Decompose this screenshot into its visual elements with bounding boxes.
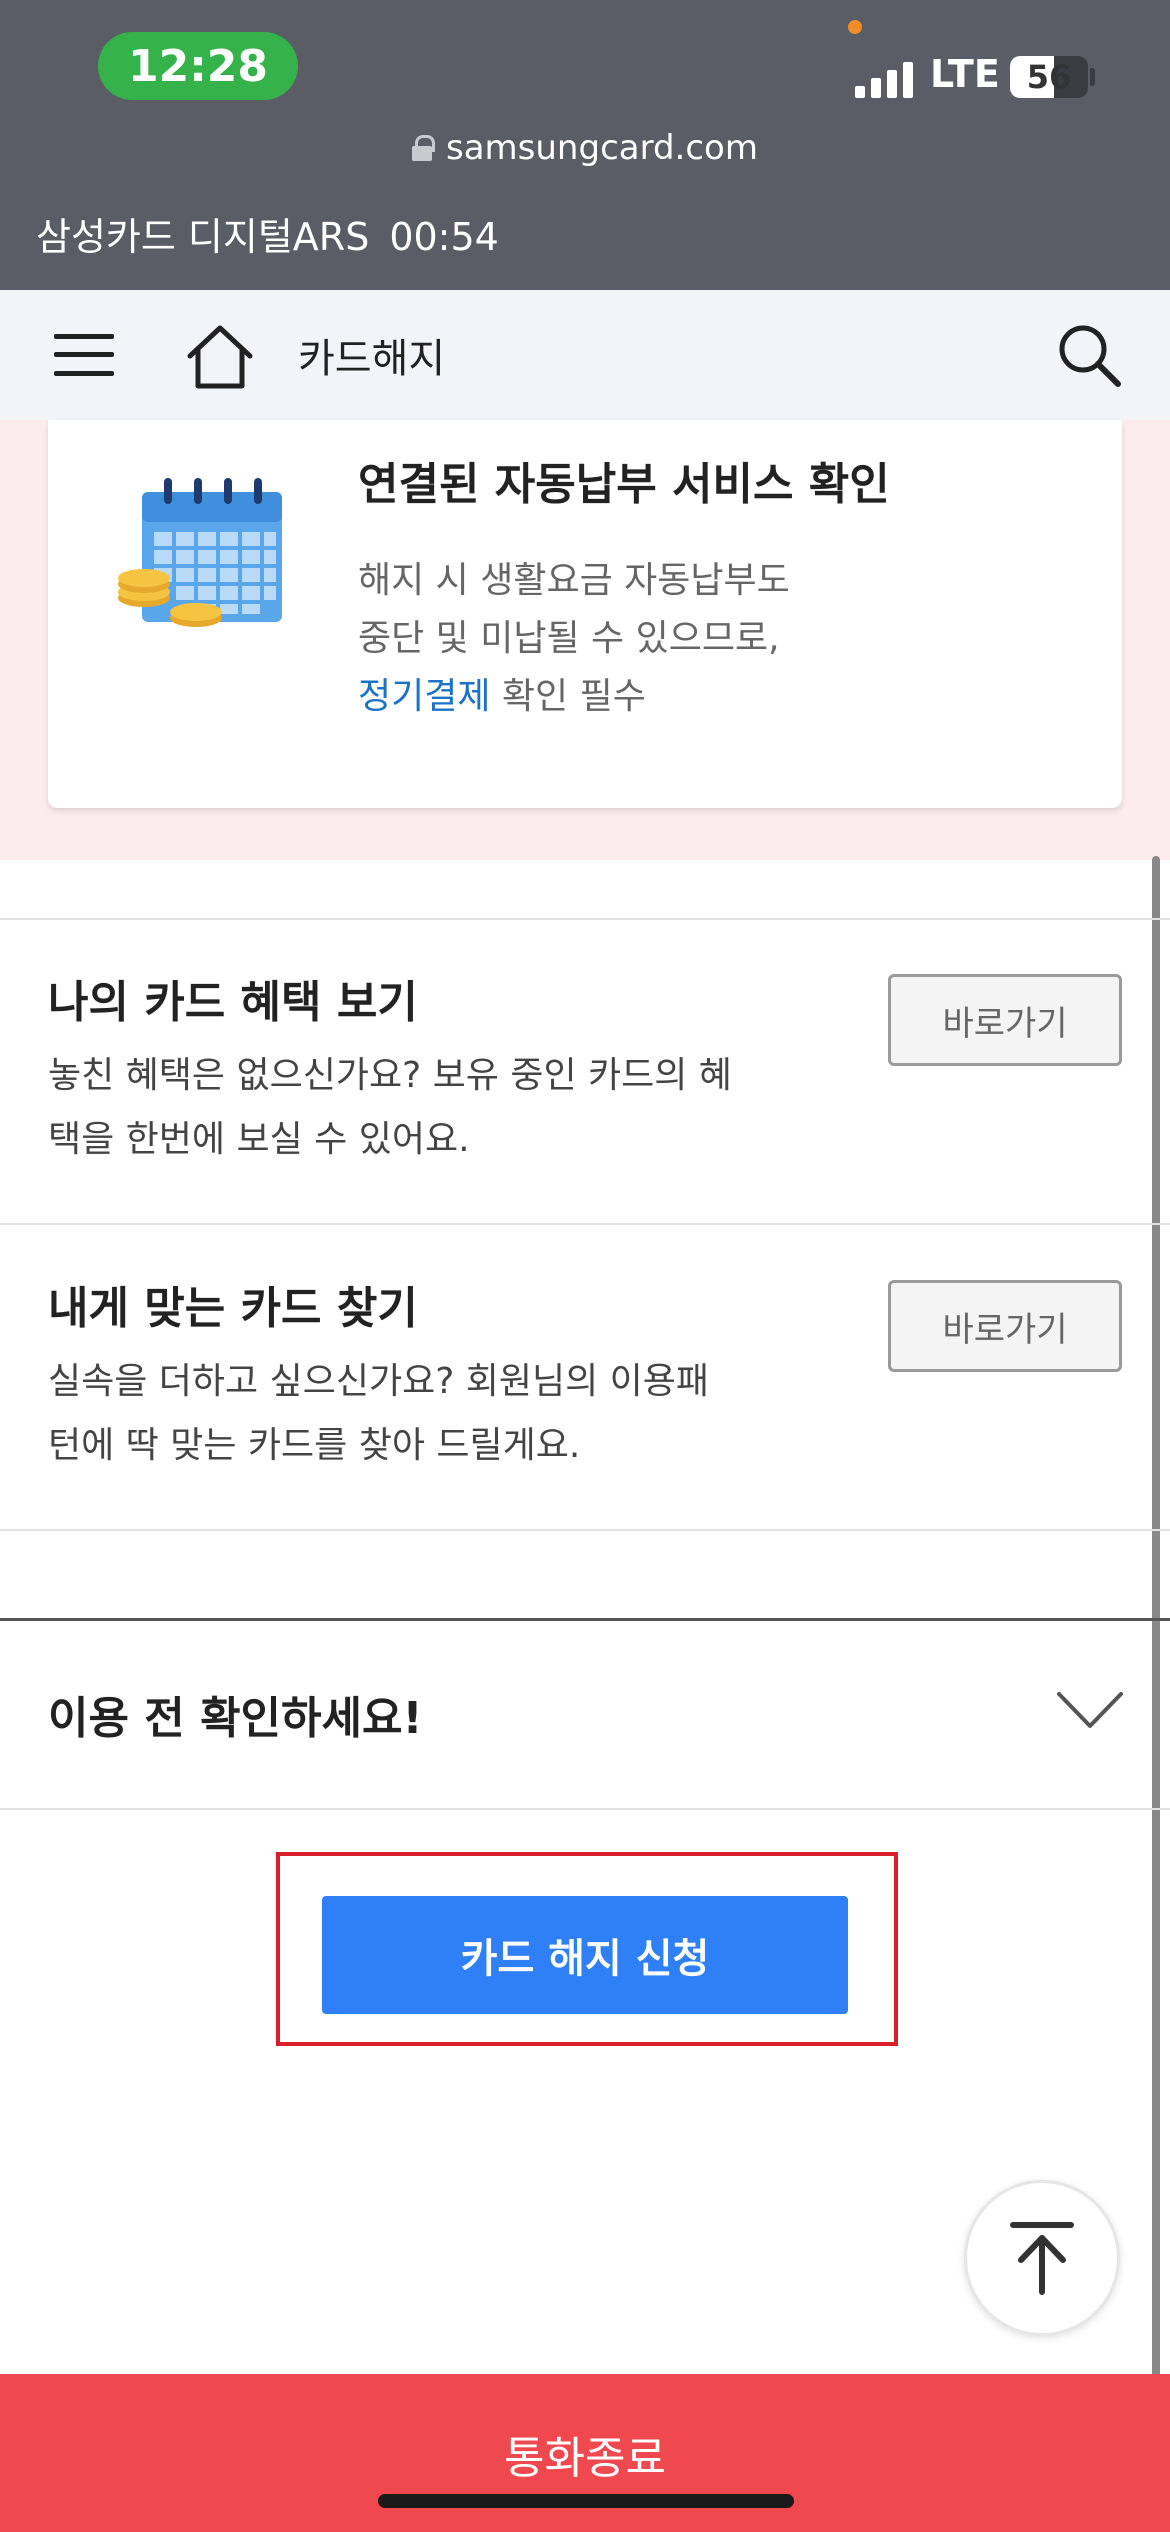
notice-line: 중단 및 미납될 수 있으므로, bbox=[358, 618, 780, 659]
privacy-dot-indicator bbox=[848, 20, 862, 34]
page-title: 카드해지 bbox=[298, 336, 446, 382]
chevron-down-icon[interactable] bbox=[1056, 1690, 1124, 1730]
notice-line: 해지 시 생활요금 자동납부도 bbox=[358, 560, 790, 601]
desc-line: 실속을 더하고 싶으신가요? 회원님의 이용패 bbox=[48, 1361, 710, 1402]
end-call-bar[interactable]: 통화종료 bbox=[0, 2374, 1170, 2532]
ars-banner: 삼성카드 디지털ARS 00:54 bbox=[36, 206, 499, 261]
find-my-card-desc: 실속을 더하고 싶으신가요? 회원님의 이용패 턴에 딱 맞는 카드를 찾아 드… bbox=[48, 1350, 828, 1478]
divider bbox=[0, 1529, 1170, 1531]
lock-icon bbox=[412, 135, 435, 161]
desc-line: 턴에 딱 맞는 카드를 찾아 드릴게요. bbox=[48, 1425, 581, 1466]
app-header: 카드해지 bbox=[0, 290, 1170, 420]
arrow-up-icon bbox=[1010, 2222, 1074, 2295]
url-bar[interactable]: samsungcard.com bbox=[0, 120, 1170, 176]
divider bbox=[0, 918, 1170, 920]
my-card-benefits-go-button[interactable]: 바로가기 bbox=[888, 974, 1122, 1066]
desc-line: 놓친 혜택은 없으신가요? 보유 중인 카드의 혜 bbox=[48, 1055, 732, 1096]
notice-line: 정기결제 확인 필수 bbox=[358, 668, 790, 726]
ars-timer: 00:54 bbox=[389, 215, 499, 259]
find-my-card-go-button[interactable]: 바로가기 bbox=[888, 1280, 1122, 1372]
end-call-label: 통화종료 bbox=[504, 2433, 666, 2484]
notice-line-suffix: 확인 필수 bbox=[490, 676, 646, 717]
check-before-use-accordion[interactable]: 이용 전 확인하세요! bbox=[48, 1682, 423, 1746]
battery-percent: 56 bbox=[1026, 58, 1072, 96]
desc-line: 택을 한번에 보실 수 있어요. bbox=[48, 1119, 470, 1160]
section-divider bbox=[0, 1618, 1170, 1621]
status-bar: 12:28 LTE 56 samsungcard.com 삼성카드 디지털ARS… bbox=[0, 0, 1170, 290]
find-my-card-title: 내게 맞는 카드 찾기 bbox=[48, 1283, 418, 1334]
calendar-coins-icon bbox=[116, 470, 286, 640]
battery-icon: 56 bbox=[1010, 56, 1088, 98]
scroll-to-top-button[interactable] bbox=[964, 2180, 1120, 2336]
notice-section: 연결된 자동납부 서비스 확인 해지 시 생활요금 자동납부도 중단 및 미납될… bbox=[0, 420, 1170, 860]
menu-icon[interactable] bbox=[54, 334, 114, 376]
ars-title: 삼성카드 디지털ARS bbox=[36, 215, 370, 259]
url-text: samsungcard.com bbox=[446, 128, 758, 168]
notice-title: 연결된 자동납부 서비스 확인 bbox=[358, 459, 890, 510]
network-type: LTE bbox=[930, 52, 1000, 96]
page-scrollbar[interactable] bbox=[1152, 856, 1160, 2408]
status-time: 12:28 bbox=[98, 32, 298, 100]
my-card-benefits-desc: 놓친 혜택은 없으신가요? 보유 중인 카드의 혜 택을 한번에 보실 수 있어… bbox=[48, 1044, 828, 1172]
notice-body: 해지 시 생활요금 자동납부도 중단 및 미납될 수 있으므로, 정기결제 확인… bbox=[358, 552, 790, 726]
recurring-payment-link[interactable]: 정기결제 bbox=[358, 676, 490, 717]
divider bbox=[0, 1223, 1170, 1225]
search-icon[interactable] bbox=[1056, 322, 1122, 388]
autopay-notice-card: 연결된 자동납부 서비스 확인 해지 시 생활요금 자동납부도 중단 및 미납될… bbox=[48, 420, 1122, 808]
my-card-benefits-title: 나의 카드 혜택 보기 bbox=[48, 977, 418, 1028]
divider bbox=[0, 1808, 1170, 1810]
battery-cap bbox=[1090, 68, 1095, 86]
home-indicator[interactable] bbox=[378, 2494, 794, 2508]
home-icon[interactable] bbox=[184, 320, 256, 392]
card-cancel-apply-button[interactable]: 카드 해지 신청 bbox=[322, 1896, 848, 2014]
signal-strength-icon bbox=[855, 58, 915, 98]
